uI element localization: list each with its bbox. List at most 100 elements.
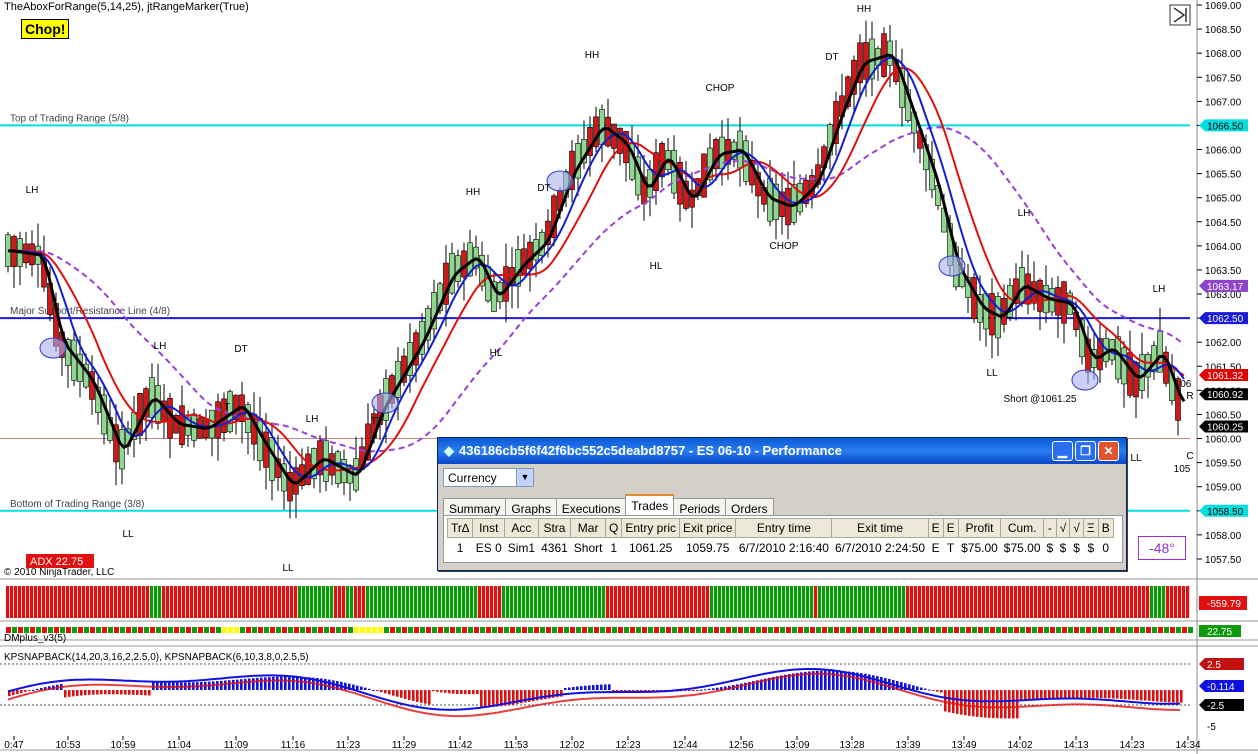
dmplus-bar bbox=[310, 586, 314, 618]
column-header[interactable]: E bbox=[927, 518, 944, 538]
maximize-button[interactable]: ❐ bbox=[1075, 441, 1096, 461]
column-header[interactable]: Entry time bbox=[735, 518, 833, 538]
dmplus-bar bbox=[258, 586, 262, 618]
dmplus-bar bbox=[462, 586, 466, 618]
up-candle bbox=[257, 417, 263, 462]
kp-bar bbox=[572, 687, 575, 690]
kp-bar bbox=[436, 690, 439, 692]
display-unit-select[interactable]: Currency ▼ bbox=[443, 468, 534, 487]
dmplus-dot bbox=[114, 627, 119, 633]
dmplus-bar bbox=[526, 586, 530, 618]
column-header[interactable]: Profit bbox=[957, 518, 1002, 538]
dmplus-bar bbox=[414, 586, 418, 618]
dmplus-bar bbox=[762, 586, 766, 618]
dmplus-dot bbox=[372, 627, 377, 633]
top-range-label: Top of Trading Range (5/8) bbox=[10, 113, 129, 124]
kp-bar bbox=[1040, 690, 1043, 700]
dmplus-bar bbox=[974, 586, 978, 618]
dmplus-bar bbox=[314, 586, 318, 618]
trades-body: 1 ES 0 Sim1 4361 Short 1 1061.25 1059.75 6/7/201… bbox=[448, 538, 1114, 559]
column-header[interactable]: E bbox=[942, 518, 959, 538]
dmplus-bar bbox=[150, 586, 154, 618]
column-header[interactable]: Stra bbox=[537, 518, 572, 538]
table-cell: $ bbox=[1059, 541, 1067, 555]
dmplus-bar bbox=[926, 586, 930, 618]
column-header[interactable]: - bbox=[1043, 518, 1057, 538]
dmplus-bar bbox=[954, 586, 958, 618]
dmplus-bar bbox=[886, 586, 890, 618]
kp-bar bbox=[244, 678, 247, 690]
dmplus-bar bbox=[422, 586, 426, 618]
column-header[interactable]: Tr∆ bbox=[446, 518, 474, 538]
minimize-button[interactable]: ▁ bbox=[1052, 441, 1073, 461]
dmplus-dot bbox=[210, 627, 215, 633]
dmplus-bar bbox=[102, 586, 106, 618]
dmplus-dot bbox=[798, 627, 803, 633]
dmplus-bar bbox=[358, 586, 362, 618]
close-button[interactable]: ✕ bbox=[1098, 441, 1119, 461]
chart-annotation: LH bbox=[1153, 284, 1166, 295]
column-header[interactable]: Mar bbox=[570, 518, 606, 538]
chart-annotation: DT bbox=[234, 344, 247, 355]
dmplus-dot bbox=[528, 627, 533, 633]
chevron-down-icon[interactable]: ▼ bbox=[516, 469, 533, 486]
dmplus-bar bbox=[1046, 586, 1050, 618]
column-header[interactable]: Q bbox=[604, 518, 623, 538]
table-row[interactable]: 1 ES 0 Sim1 4361 Short 1 1061.25 1059.75 6/7/201… bbox=[448, 538, 1114, 559]
dmplus-dot bbox=[918, 627, 923, 633]
kp-label: KPSNAPBACK(14,20,3,16,2,2.5,0), KPSNAPBA… bbox=[4, 652, 309, 663]
dmplus-bar bbox=[818, 586, 822, 618]
kp-bar bbox=[916, 686, 919, 690]
performance-window[interactable]: ◆ 436186cb5f6f42f6bc552c5deabd8757 - ES 0… bbox=[437, 437, 1127, 571]
kp-bar bbox=[920, 687, 923, 690]
column-header[interactable]: Cum. bbox=[1000, 518, 1044, 538]
signal-ellipse bbox=[938, 255, 966, 277]
up-candle bbox=[149, 377, 155, 418]
trades-grid[interactable]: Tr∆ Inst Acc Stra Mar Q Entry pric Exit price En… bbox=[443, 515, 1123, 563]
column-header[interactable]: Exit time bbox=[831, 518, 929, 538]
column-header[interactable]: Exit price bbox=[679, 518, 737, 538]
up-candle bbox=[1019, 267, 1025, 305]
signal-ellipse bbox=[371, 392, 399, 414]
dmplus-dot bbox=[168, 627, 173, 633]
dmplus-dot bbox=[660, 627, 665, 633]
price-chart[interactable]: 1069.00 1068.50 1068.00 1067.50 1067.00 1066.… bbox=[0, 0, 1258, 754]
kp-bar bbox=[428, 690, 431, 705]
dmplus-bar bbox=[246, 586, 250, 618]
window-titlebar[interactable]: ◆ 436186cb5f6f42f6bc552c5deabd8757 - ES 0… bbox=[438, 438, 1126, 464]
dmplus-bar bbox=[738, 586, 742, 618]
dmplus-bar bbox=[106, 586, 110, 618]
dmplus-bar bbox=[674, 586, 678, 618]
signal-ellipse bbox=[546, 170, 574, 192]
dmplus-dot bbox=[570, 627, 575, 633]
kp-bar bbox=[580, 686, 583, 690]
dmplus-bar bbox=[686, 586, 690, 618]
chart-annotation: T bbox=[224, 402, 230, 413]
dmplus-bar bbox=[274, 586, 278, 618]
column-header[interactable]: B bbox=[1097, 518, 1114, 538]
column-header[interactable]: Inst bbox=[472, 518, 506, 538]
dmplus-bar bbox=[202, 586, 206, 618]
dmplus-bar bbox=[1174, 586, 1178, 618]
table-cell: Short bbox=[573, 541, 603, 555]
kp-bar bbox=[1104, 690, 1107, 699]
column-header[interactable]: √ bbox=[1069, 518, 1084, 538]
column-header[interactable]: Ξ bbox=[1082, 518, 1099, 538]
column-header[interactable]: Entry pric bbox=[621, 518, 681, 538]
dmplus-bar bbox=[282, 586, 286, 618]
kp-bar bbox=[368, 688, 371, 690]
dmplus-bar bbox=[930, 586, 934, 618]
kp-bar bbox=[1124, 690, 1127, 700]
dmplus-bar bbox=[666, 586, 670, 618]
play-icon[interactable] bbox=[1169, 4, 1191, 26]
kp-bar bbox=[396, 690, 399, 697]
dmplus-dot bbox=[1188, 627, 1193, 633]
dmplus-bar bbox=[454, 586, 458, 618]
dmplus-dot bbox=[522, 627, 527, 633]
dmplus-bar bbox=[130, 586, 134, 618]
kp-bar bbox=[236, 679, 239, 690]
dmplus-dot bbox=[162, 627, 167, 633]
column-header[interactable]: √ bbox=[1055, 518, 1071, 538]
dmplus-dot bbox=[252, 627, 257, 633]
column-header[interactable]: Acc bbox=[504, 518, 539, 538]
